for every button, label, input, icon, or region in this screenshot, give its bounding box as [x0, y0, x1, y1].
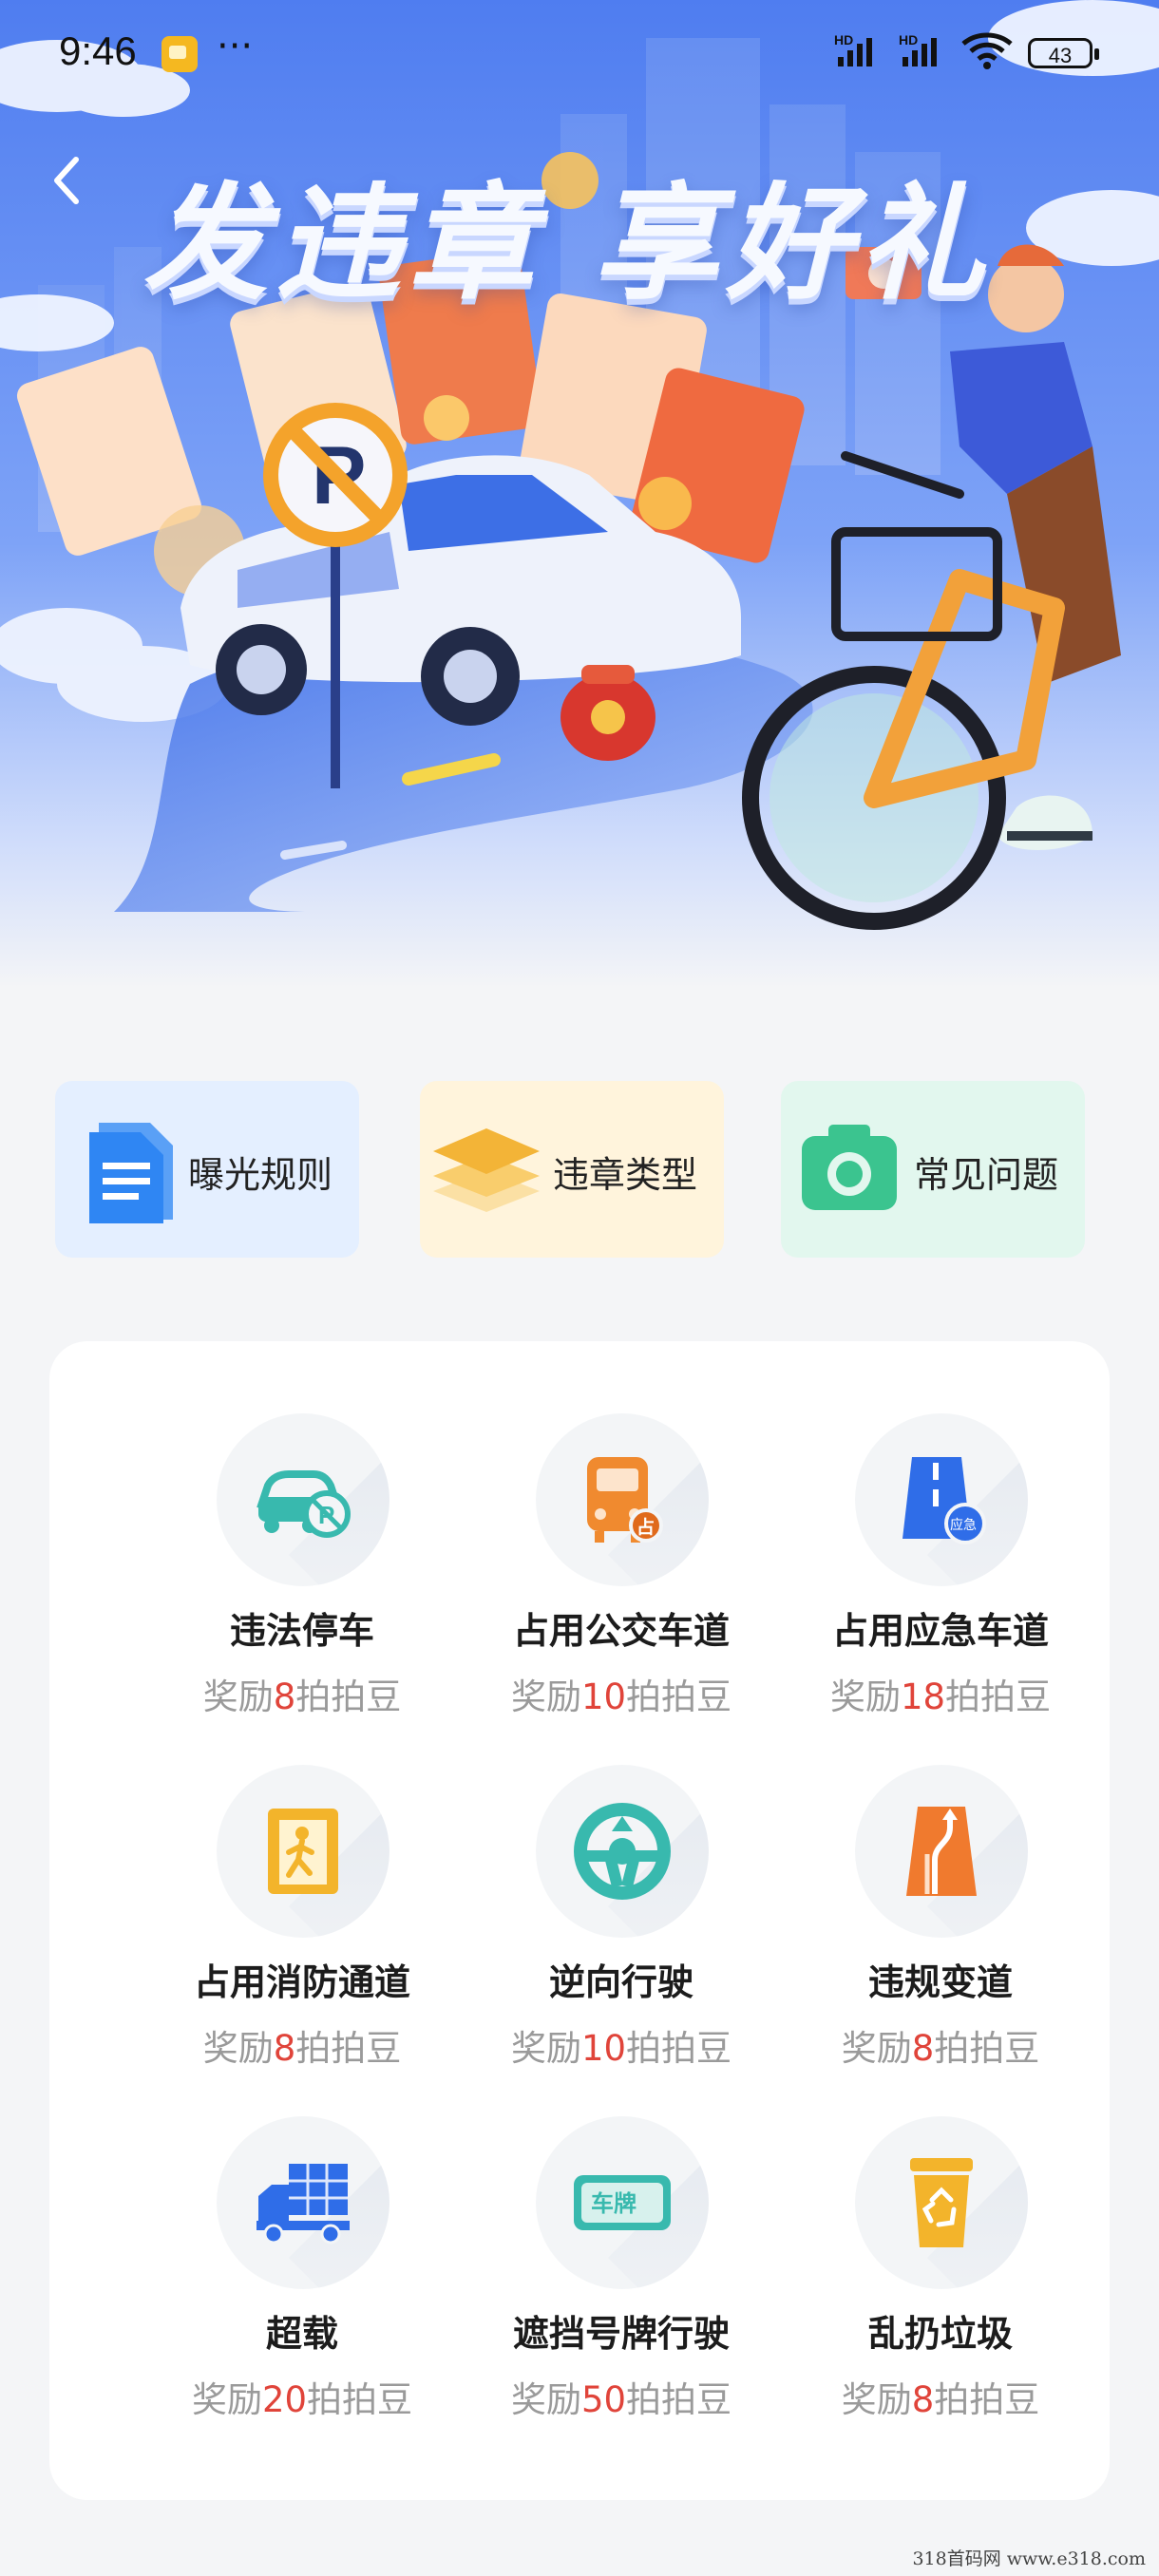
violation-item-lane-change[interactable]: 违规变道 奖励8拍拍豆 [770, 1765, 1083, 2097]
violation-reward: 奖励50拍拍豆 [450, 2371, 792, 2422]
plate-badge-text: 车牌 [591, 2190, 636, 2217]
violation-icon-circle [217, 1765, 390, 1938]
violation-item-bus-lane[interactable]: 占 占用公交车道 奖励10拍拍豆 [450, 1413, 764, 1746]
reward-value: 8 [273, 2028, 296, 2069]
reward-suffix: 拍拍豆 [307, 2379, 413, 2420]
trash-can-icon [910, 2158, 973, 2247]
overloaded-truck-icon [256, 2164, 350, 2245]
violation-item-blocked-plate[interactable]: 车牌 遮挡号牌行驶 奖励50拍拍豆 [450, 2116, 764, 2449]
shortcut-label: 曝光规则 [188, 1154, 333, 1196]
shortcut-label: 常见问题 [914, 1154, 1059, 1196]
reward-value: 8 [911, 2028, 935, 2069]
wifi-icon [961, 32, 1013, 69]
violation-item-littering[interactable]: 乱扔垃圾 奖励8拍拍豆 [770, 2116, 1083, 2449]
reward-prefix: 奖励 [202, 2028, 274, 2069]
violation-reward: 奖励10拍拍豆 [450, 2019, 792, 2071]
reward-value: 10 [580, 2028, 627, 2069]
violation-icon-circle [855, 1765, 1028, 1938]
reward-value: 18 [900, 1676, 946, 1717]
reward-value: 8 [273, 1676, 296, 1717]
shortcut-violation-types[interactable]: 违章类型 [420, 1081, 724, 1258]
emergency-badge-text: 应急 [950, 1517, 977, 1533]
shortcut-faq[interactable]: 常见问题 [781, 1081, 1085, 1258]
reward-suffix: 拍拍豆 [295, 1676, 402, 1717]
reward-prefix: 奖励 [841, 2379, 912, 2420]
violation-item-emergency-lane[interactable]: 应急 占用应急车道 奖励18拍拍豆 [770, 1413, 1083, 1746]
reward-prefix: 奖励 [191, 2379, 262, 2420]
notes-app-icon [162, 36, 198, 72]
reward-value: 8 [911, 2379, 935, 2420]
back-arrow-icon[interactable] [48, 152, 86, 209]
violation-name: 逆向行驶 [548, 1961, 694, 2003]
fire-exit-icon [268, 1809, 338, 1894]
violation-icon-circle: P [217, 1413, 390, 1586]
license-plate-icon: 车牌 [574, 2175, 671, 2230]
reward-value: 50 [580, 2379, 627, 2420]
steering-wheel-icon [574, 1803, 671, 1900]
reward-prefix: 奖励 [829, 1676, 901, 1717]
violation-name: 违规变道 [867, 1961, 1013, 2003]
violation-item-illegal-parking[interactable]: P 违法停车 奖励8拍拍豆 [131, 1413, 445, 1746]
violation-reward: 奖励8拍拍豆 [770, 2019, 1112, 2071]
signal-icon-2 [902, 34, 950, 66]
hero-banner: P 发违章 享好礼 [0, 0, 1159, 988]
violation-name: 占用公交车道 [512, 1610, 730, 1652]
reward-prefix: 奖励 [510, 1676, 581, 1717]
violation-reward: 奖励10拍拍豆 [450, 1668, 792, 1719]
violation-name: 遮挡号牌行驶 [512, 2313, 730, 2355]
violation-icon-circle [217, 2116, 390, 2289]
violation-reward: 奖励18拍拍豆 [770, 1668, 1112, 1719]
reward-value: 10 [580, 1676, 627, 1717]
reward-suffix: 拍拍豆 [934, 2028, 1040, 2069]
banner-title: 发违章 享好礼 [142, 171, 992, 317]
no-parking-car-icon: P [256, 1470, 351, 1538]
reward-prefix: 奖励 [510, 2028, 581, 2069]
reward-prefix: 奖励 [841, 2028, 912, 2069]
reward-suffix: 拍拍豆 [626, 2379, 732, 2420]
violation-reward: 奖励8拍拍豆 [131, 1668, 473, 1719]
violation-name: 占用消防通道 [193, 1961, 410, 2003]
violation-icon-circle [536, 1765, 709, 1938]
more-notifications-icon: ··· [217, 25, 254, 68]
violation-icon-circle: 应急 [855, 1413, 1028, 1586]
signal-icon-1 [838, 34, 885, 66]
violation-item-overload[interactable]: 超载 奖励20拍拍豆 [131, 2116, 445, 2449]
violation-icon-circle: 车牌 [536, 2116, 709, 2289]
shortcut-label: 违章类型 [553, 1154, 698, 1196]
violation-name: 违法停车 [229, 1610, 374, 1652]
document-icon [89, 1123, 173, 1223]
violation-item-wrong-way[interactable]: 逆向行驶 奖励10拍拍豆 [450, 1765, 764, 2097]
reward-suffix: 拍拍豆 [945, 1676, 1052, 1717]
reward-suffix: 拍拍豆 [626, 1676, 732, 1717]
violation-reward: 奖励20拍拍豆 [131, 2371, 473, 2422]
svg-text:占: 占 [636, 1516, 655, 1538]
violation-name: 占用应急车道 [831, 1610, 1049, 1652]
reward-suffix: 拍拍豆 [295, 2028, 402, 2069]
violation-reward: 奖励8拍拍豆 [770, 2371, 1112, 2422]
status-bar: 9:46 ··· HD HD 43 [0, 0, 1159, 114]
violation-item-fire-lane[interactable]: 占用消防通道 奖励8拍拍豆 [131, 1765, 445, 2097]
reward-prefix: 奖励 [202, 1676, 274, 1717]
bus-lane-icon: 占 [587, 1457, 663, 1543]
reward-suffix: 拍拍豆 [626, 2028, 732, 2069]
violation-types-panel: P 违法停车 奖励8拍拍豆 占 占用公交车道 奖励10拍拍豆 [49, 1341, 1110, 2500]
reward-value: 20 [261, 2379, 308, 2420]
reward-prefix: 奖励 [510, 2379, 581, 2420]
layers-icon [433, 1128, 540, 1212]
violation-icon-circle [855, 2116, 1028, 2289]
shortcut-exposure-rules[interactable]: 曝光规则 [55, 1081, 359, 1258]
violation-name: 超载 [265, 2313, 338, 2355]
camera-icon [802, 1125, 897, 1210]
battery-indicator: 43 [1028, 38, 1099, 68]
violation-reward: 奖励8拍拍豆 [131, 2019, 473, 2071]
emergency-lane-icon: 应急 [902, 1457, 986, 1544]
lane-change-icon [906, 1807, 977, 1896]
violation-icon-circle: 占 [536, 1413, 709, 1586]
violation-name: 乱扔垃圾 [867, 2313, 1013, 2355]
reward-suffix: 拍拍豆 [934, 2379, 1040, 2420]
status-time: 9:46 [59, 28, 137, 73]
watermark-text: 318首码网 www.e318.com [912, 2548, 1146, 2569]
